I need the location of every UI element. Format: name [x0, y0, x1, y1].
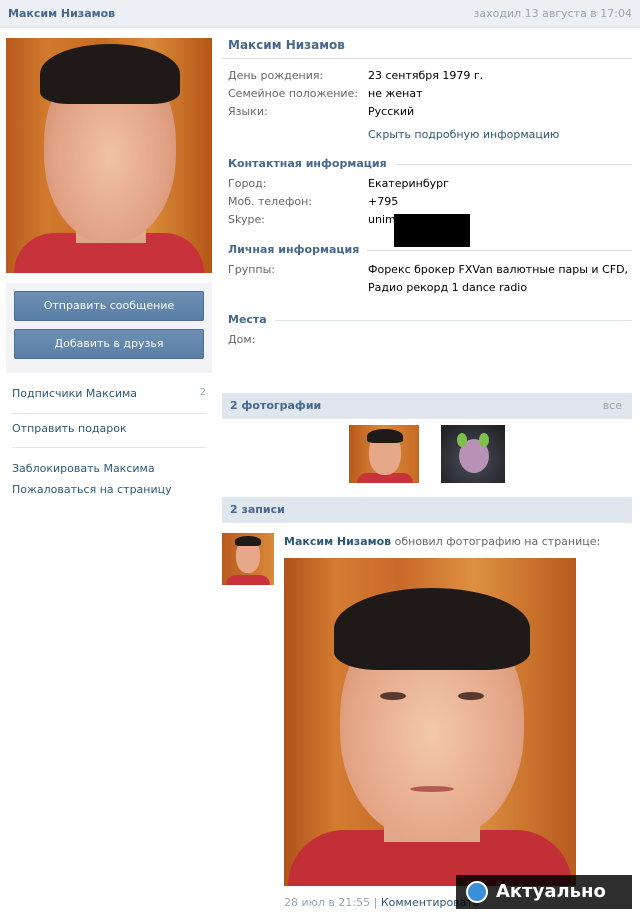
photo-hair	[40, 44, 180, 104]
watermark-logo-icon	[466, 881, 488, 903]
thumb-creature-ear	[457, 433, 467, 447]
profile-actions: Отправить сообщение Добавить в друзья	[6, 283, 212, 373]
post-action-text: обновил фотографию на странице:	[394, 535, 601, 548]
posts-block: 2 записи	[222, 497, 632, 523]
send-message-button[interactable]: Отправить сообщение	[14, 291, 204, 321]
post-photo-eye	[380, 692, 406, 700]
left-column: Отправить сообщение Добавить в друзья По…	[6, 38, 212, 496]
media-layer: 2 записи Максим Низамов обновил фотограф…	[222, 0, 632, 923]
photo-thumbnail-1[interactable]	[349, 425, 419, 483]
thumb-creature-ear	[479, 433, 489, 447]
subscribers-link[interactable]: Подписчики Максима 2	[6, 387, 212, 405]
posts-header[interactable]: 2 записи	[222, 497, 632, 523]
post-author-avatar[interactable]	[222, 533, 274, 585]
thumb-hair	[367, 429, 403, 443]
header-name[interactable]: Максим Низамов	[8, 7, 115, 20]
send-gift-link[interactable]: Отправить подарок	[6, 422, 212, 435]
post-author-link[interactable]: Максим Низамов	[284, 535, 391, 548]
avatar-shirt	[226, 575, 270, 585]
divider	[12, 447, 206, 448]
post-header: Максим Низамов обновил фотографию на стр…	[284, 535, 600, 548]
block-user-link[interactable]: Заблокировать Максима	[6, 462, 212, 475]
posts-title: 2 записи	[230, 503, 285, 516]
post-photo-hair	[334, 588, 530, 670]
subscribers-label: Подписчики Максима	[12, 387, 138, 400]
post-photo-mouth	[410, 786, 454, 792]
post-date[interactable]: 28 июл в 21:55	[284, 896, 370, 909]
add-friend-button[interactable]: Добавить в друзья	[14, 329, 204, 359]
post-footer: 28 июл в 21:55 | Комментировать	[284, 896, 479, 909]
post-photo[interactable]	[284, 558, 576, 886]
subscribers-count: 2	[199, 387, 206, 398]
avatar-hair	[235, 536, 261, 546]
watermark-text: Актуально	[496, 881, 606, 902]
divider	[12, 413, 206, 414]
profile-photo[interactable]	[6, 38, 212, 273]
watermark: Актуально	[456, 875, 632, 909]
post-photo-eye	[458, 692, 484, 700]
footer-separator: |	[373, 896, 381, 909]
report-page-link[interactable]: Пожаловаться на страницу	[6, 483, 212, 496]
photo-thumbnail-2[interactable]	[441, 425, 505, 483]
